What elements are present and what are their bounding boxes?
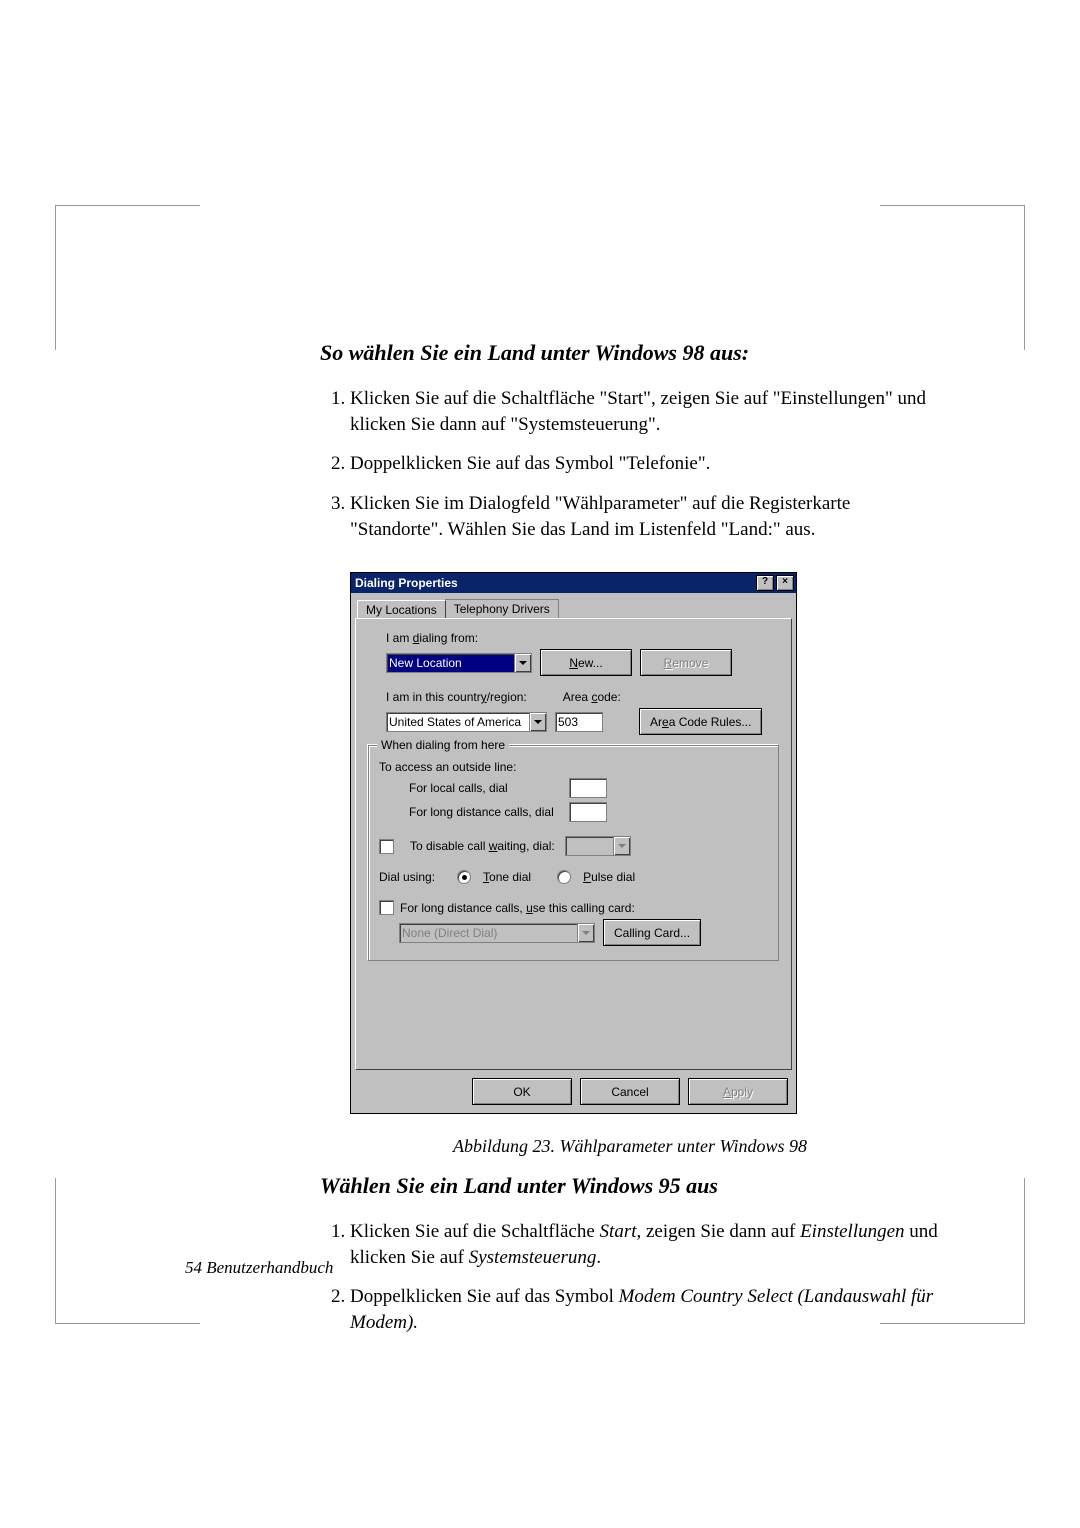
location-combo[interactable]: New Location bbox=[386, 653, 532, 673]
area-code-input[interactable]: 503 bbox=[555, 712, 603, 732]
ok-button[interactable]: OK bbox=[472, 1078, 572, 1105]
section-heading-win98: So wählen Sie ein Land unter Windows 98 … bbox=[320, 340, 940, 366]
step-item: Doppelklicken Sie auf das Symbol Modem C… bbox=[350, 1284, 940, 1335]
crop-mark bbox=[55, 205, 200, 206]
country-combo[interactable]: United States of America bbox=[386, 712, 547, 732]
step-item: Klicken Sie auf die Schaltfläche Start, … bbox=[350, 1219, 940, 1270]
label-area-code: Area code: bbox=[563, 690, 621, 704]
help-button[interactable]: ? bbox=[756, 575, 774, 591]
pulse-dial-radio[interactable] bbox=[557, 870, 571, 884]
steps-win98: Klicken Sie auf die Schaltfläche "Start"… bbox=[320, 386, 940, 542]
label-dialing-from: I am dialing from: bbox=[386, 631, 478, 645]
section-heading-win95: Wählen Sie ein Land unter Windows 95 aus bbox=[320, 1173, 940, 1199]
remove-button[interactable]: Remove bbox=[640, 649, 732, 676]
crop-mark bbox=[1024, 1178, 1025, 1323]
step-item: Klicken Sie im Dialogfeld "Wählparameter… bbox=[350, 491, 940, 542]
new-button[interactable]: New... bbox=[540, 649, 632, 676]
label-disable-call-waiting: To disable call waiting, dial: bbox=[410, 839, 555, 853]
chevron-down-icon bbox=[577, 924, 594, 942]
use-calling-card-checkbox[interactable] bbox=[379, 900, 394, 915]
crop-mark bbox=[55, 1323, 200, 1324]
crop-mark bbox=[55, 1178, 56, 1323]
label-tone-dial: Tone dial bbox=[483, 870, 531, 884]
step-item: Doppelklicken Sie auf das Symbol "Telefo… bbox=[350, 451, 940, 477]
label-outside-line: To access an outside line: bbox=[379, 760, 516, 774]
chevron-down-icon bbox=[514, 654, 531, 672]
local-calls-input[interactable] bbox=[569, 778, 607, 798]
group-when-dialing: When dialing from here bbox=[377, 738, 509, 752]
tab-my-locations[interactable]: My Locations bbox=[357, 600, 446, 619]
dialog-title: Dialing Properties bbox=[355, 576, 458, 590]
calling-card-combo[interactable]: None (Direct Dial) bbox=[399, 923, 595, 943]
label-pulse-dial: Pulse dial bbox=[583, 870, 635, 884]
apply-button[interactable]: Apply bbox=[688, 1078, 788, 1105]
steps-win95: Klicken Sie auf die Schaltfläche Start, … bbox=[320, 1219, 940, 1336]
dialog-titlebar: Dialing Properties ? × bbox=[351, 573, 796, 593]
tab-telephony-drivers[interactable]: Telephony Drivers bbox=[445, 599, 559, 618]
area-code-rules-button[interactable]: Area Code Rules... bbox=[639, 708, 762, 735]
long-distance-input[interactable] bbox=[569, 802, 607, 822]
label-long-distance: For long distance calls, dial bbox=[409, 805, 559, 819]
cancel-button[interactable]: Cancel bbox=[580, 1078, 680, 1105]
label-use-calling-card: For long distance calls, use this callin… bbox=[400, 901, 635, 915]
chevron-down-icon bbox=[613, 837, 630, 855]
dialing-properties-dialog: Dialing Properties ? × My Locations Tele… bbox=[350, 572, 797, 1114]
crop-mark bbox=[55, 205, 56, 350]
call-waiting-combo[interactable] bbox=[565, 836, 631, 856]
disable-call-waiting-checkbox[interactable] bbox=[379, 839, 394, 854]
close-button[interactable]: × bbox=[776, 575, 794, 591]
step-item: Klicken Sie auf die Schaltfläche "Start"… bbox=[350, 386, 940, 437]
tone-dial-radio[interactable] bbox=[457, 870, 471, 884]
label-country: I am in this country/region: bbox=[386, 690, 527, 704]
label-local-calls: For local calls, dial bbox=[409, 781, 559, 795]
crop-mark bbox=[1024, 205, 1025, 350]
label-dial-using: Dial using: bbox=[379, 870, 435, 884]
calling-card-button[interactable]: Calling Card... bbox=[603, 919, 701, 946]
page-footer: 54 Benutzerhandbuch bbox=[185, 1258, 333, 1278]
crop-mark bbox=[880, 205, 1025, 206]
chevron-down-icon bbox=[529, 713, 546, 731]
figure-caption: Abbildung 23. Wählparameter unter Window… bbox=[320, 1136, 940, 1157]
